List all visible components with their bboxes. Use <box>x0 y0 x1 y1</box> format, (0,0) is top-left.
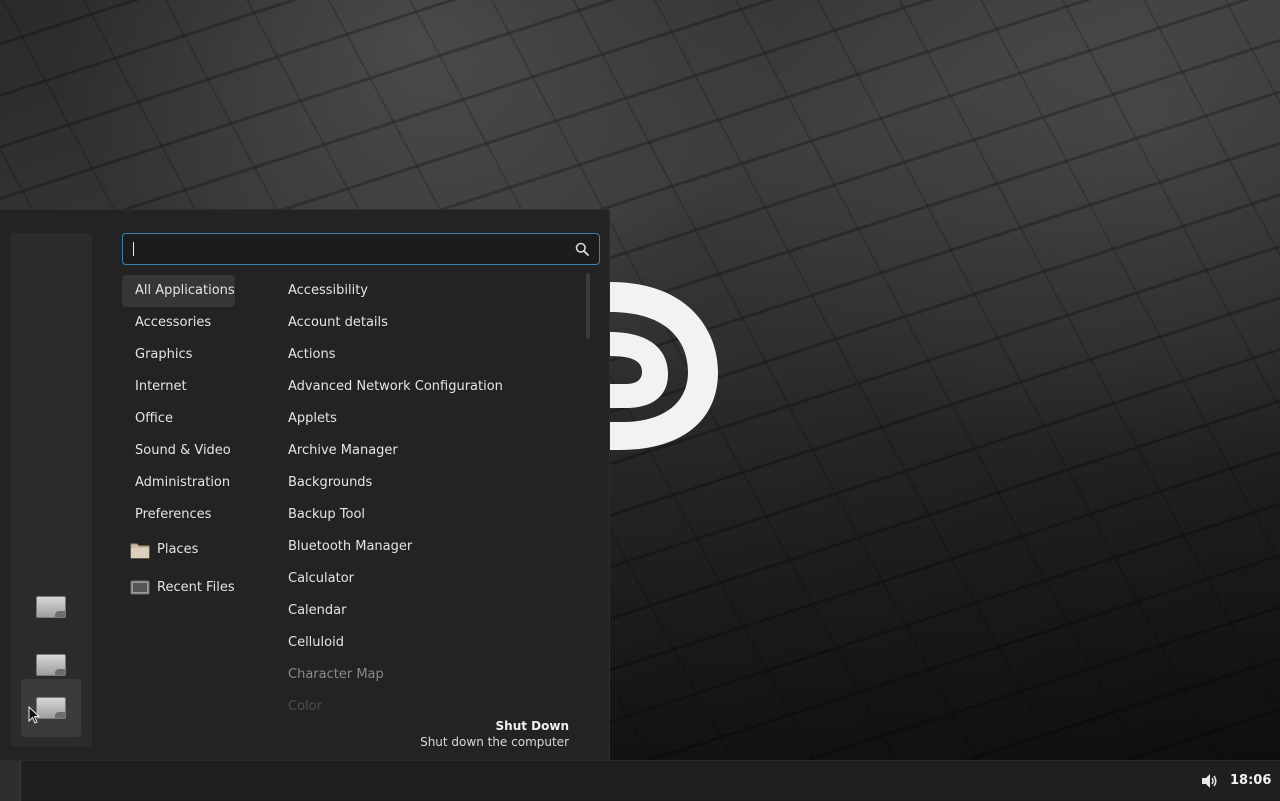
category-recent-files[interactable]: Recent Files <box>122 569 272 607</box>
text-caret <box>133 242 134 256</box>
category-places[interactable]: Places <box>122 531 272 569</box>
category-all-applications[interactable]: All Applications <box>122 275 235 307</box>
category-recent-files-label: Recent Files <box>157 580 235 595</box>
description-subtitle: Shut down the computer <box>420 735 569 749</box>
category-office[interactable]: Office <box>122 403 272 435</box>
shutdown-icon <box>36 697 66 719</box>
app-color[interactable]: Color <box>276 691 576 715</box>
app-calculator[interactable]: Calculator <box>276 563 576 595</box>
app-archive-manager[interactable]: Archive Manager <box>276 435 576 467</box>
scrollbar-thumb[interactable] <box>586 273 590 339</box>
category-internet[interactable]: Internet <box>122 371 272 403</box>
search-input[interactable] <box>138 240 575 258</box>
favorites-sidebar <box>10 233 92 747</box>
app-celluloid[interactable]: Celluloid <box>276 627 576 659</box>
app-account-details[interactable]: Account details <box>276 307 576 339</box>
application-list: Accessibility Account details Actions Ad… <box>276 275 576 715</box>
app-character-map[interactable]: Character Map <box>276 659 576 691</box>
app-actions[interactable]: Actions <box>276 339 576 371</box>
category-sound-video[interactable]: Sound & Video <box>122 435 272 467</box>
bottom-panel: 18:06 <box>0 760 1280 801</box>
folder-icon <box>130 543 150 559</box>
app-backup-tool[interactable]: Backup Tool <box>276 499 576 531</box>
search-box[interactable] <box>122 233 600 265</box>
lock-screen-icon <box>36 596 66 618</box>
menu-applet-button[interactable] <box>0 761 21 801</box>
search-icon[interactable] <box>575 242 589 256</box>
category-graphics[interactable]: Graphics <box>122 339 272 371</box>
category-places-label: Places <box>157 542 199 557</box>
volume-icon[interactable] <box>1200 772 1218 790</box>
app-bluetooth-manager[interactable]: Bluetooth Manager <box>276 531 576 563</box>
app-list-scrollbar[interactable] <box>586 273 590 733</box>
category-preferences[interactable]: Preferences <box>122 499 272 531</box>
app-accessibility[interactable]: Accessibility <box>276 275 576 307</box>
category-accessories[interactable]: Accessories <box>122 307 272 339</box>
mouse-cursor-icon <box>28 706 40 724</box>
app-advanced-network-configuration[interactable]: Advanced Network Configuration <box>276 371 576 403</box>
logout-icon <box>36 654 66 676</box>
item-description: Shut Down Shut down the computer <box>420 719 569 749</box>
app-calendar[interactable]: Calendar <box>276 595 576 627</box>
recent-files-icon <box>130 580 150 595</box>
category-administration[interactable]: Administration <box>122 467 272 499</box>
app-backgrounds[interactable]: Backgrounds <box>276 467 576 499</box>
app-applets[interactable]: Applets <box>276 403 576 435</box>
application-menu: All Applications Accessories Graphics In… <box>0 209 610 760</box>
description-title: Shut Down <box>495 719 569 733</box>
category-list: All Applications Accessories Graphics In… <box>122 275 272 607</box>
clock[interactable]: 18:06 <box>1230 761 1271 801</box>
lock-screen-button[interactable] <box>21 579 81 635</box>
